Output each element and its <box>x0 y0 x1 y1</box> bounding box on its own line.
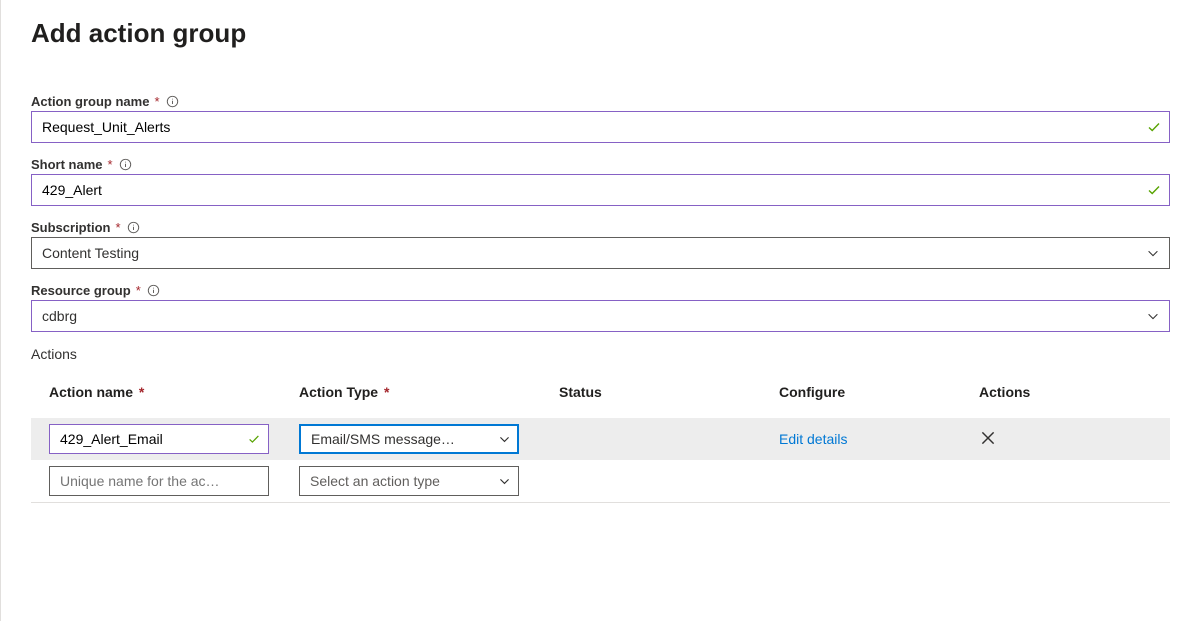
col-header-status: Status <box>559 384 602 400</box>
action-name-input-new[interactable] <box>49 466 269 496</box>
required-star-icon: * <box>136 283 141 298</box>
subscription-select[interactable]: Content Testing <box>31 237 1170 269</box>
required-star-icon: * <box>108 157 113 172</box>
action-row: Email/SMS message… Edit details <box>31 418 1170 460</box>
action-type-value: Email/SMS message… <box>311 431 455 447</box>
label-resource-group: Resource group <box>31 283 131 298</box>
chevron-down-icon <box>498 433 511 446</box>
field-action-group-name: Action group name * <box>31 94 1170 143</box>
action-type-select-new[interactable]: Select an action type <box>299 466 519 496</box>
col-header-actions: Actions <box>979 384 1030 400</box>
info-icon[interactable] <box>127 221 140 234</box>
action-group-name-input[interactable] <box>31 111 1170 143</box>
info-icon[interactable] <box>166 95 179 108</box>
field-short-name: Short name * <box>31 157 1170 206</box>
col-header-action-type: Action Type <box>299 384 378 400</box>
col-header-configure: Configure <box>779 384 845 400</box>
label-action-group-name: Action group name <box>31 94 149 109</box>
page-title: Add action group <box>31 18 1170 49</box>
action-type-placeholder: Select an action type <box>310 473 440 489</box>
edit-details-link[interactable]: Edit details <box>779 431 847 447</box>
field-subscription: Subscription * Content Testing <box>31 220 1170 269</box>
required-star-icon: * <box>154 94 159 109</box>
close-icon <box>979 429 997 447</box>
label-short-name: Short name <box>31 157 103 172</box>
check-icon <box>247 432 261 446</box>
resource-group-value: cdbrg <box>42 308 77 324</box>
chevron-down-icon <box>498 475 511 488</box>
actions-table: Action name * Action Type * Status Confi… <box>31 374 1170 503</box>
short-name-input[interactable] <box>31 174 1170 206</box>
info-icon[interactable] <box>147 284 160 297</box>
field-resource-group: Resource group * cdbrg <box>31 283 1170 332</box>
action-row-new: Select an action type <box>31 460 1170 503</box>
info-icon[interactable] <box>119 158 132 171</box>
required-star-icon: * <box>135 384 144 400</box>
required-star-icon: * <box>115 220 120 235</box>
col-header-action-name: Action name <box>49 384 133 400</box>
action-type-select[interactable]: Email/SMS message… <box>299 424 519 454</box>
label-subscription: Subscription <box>31 220 110 235</box>
actions-section-label: Actions <box>31 346 1170 362</box>
action-name-input[interactable] <box>49 424 269 454</box>
delete-action-button[interactable] <box>979 429 997 447</box>
resource-group-select[interactable]: cdbrg <box>31 300 1170 332</box>
subscription-value: Content Testing <box>42 245 139 261</box>
required-star-icon: * <box>380 384 389 400</box>
